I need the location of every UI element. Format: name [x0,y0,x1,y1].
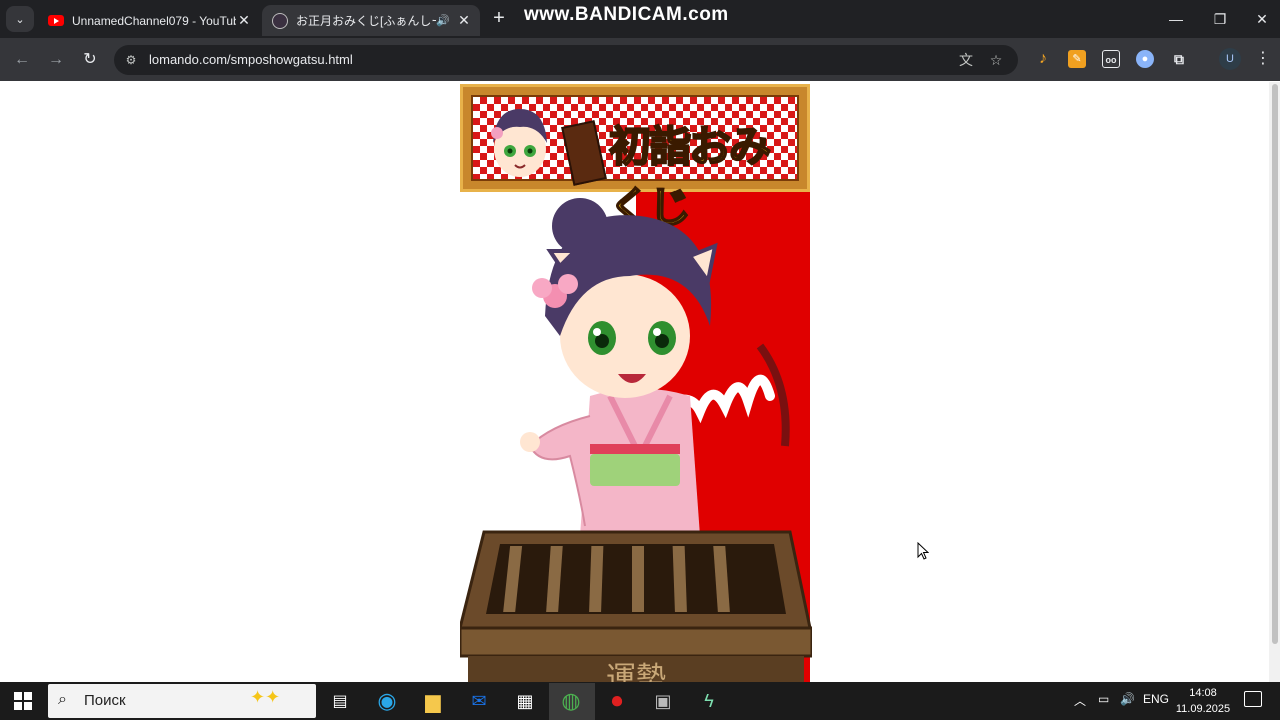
search-highlight-sparkle-icon: ✦✦ [250,687,281,707]
close-window-button[interactable]: ✕ [1240,0,1280,38]
omikuji-stick-icon [561,120,607,186]
volume-icon[interactable]: 🔊 [1120,692,1135,706]
omikuji-banner: 初詣おみくじ [460,84,810,233]
site-info-icon[interactable]: ⚙ [122,51,140,69]
photos-app-icon[interactable]: ▣ [648,686,678,716]
recording-watermark: www.BANDICAM.com [524,4,729,25]
outlook-icon[interactable]: ✉ [464,686,494,716]
tab-title: お正月おみくじ[ふぁんしーあいらんど] [296,14,436,28]
chrome-icon[interactable]: ◍ [556,686,586,716]
new-tab-button[interactable]: + [488,7,510,29]
microsoft-store-icon[interactable]: ▦ [510,686,540,716]
restore-button[interactable]: ❐ [1198,0,1242,38]
language-indicator[interactable]: ENG [1143,692,1169,706]
translate-icon[interactable]: 文 [957,51,975,69]
scrollbar-thumb[interactable] [1272,84,1278,644]
mini-girl-illustration [491,109,547,177]
forward-icon[interactable]: → [44,48,68,72]
network-icon[interactable]: ▭ [1098,692,1109,706]
minimize-button[interactable]: — [1154,0,1198,38]
back-icon[interactable]: ← [10,48,34,72]
taskbar-clock[interactable]: 14:08 11.09.2025 [1174,685,1232,717]
taskbar-search-placeholder: Поиск [84,692,126,709]
profile-avatar[interactable]: U [1219,48,1241,70]
clock-date: 11.09.2025 [1175,703,1231,715]
extensions-puzzle-icon[interactable]: ⧉ [1170,50,1188,68]
speaker-icon[interactable]: 🔊 [436,14,450,27]
mouse-cursor-icon [917,542,929,560]
edge-icon[interactable]: ◉ [372,686,402,716]
chevron-down-icon: ⌄ [15,13,25,26]
tab-omikuji[interactable]: お正月おみくじ[ふぁんしーあいらんど] 🔊 ✕ [262,5,480,36]
menu-kebab-icon[interactable]: ⋮ [1254,48,1272,70]
extension-box-icon[interactable]: oo [1102,50,1120,68]
url-text[interactable]: lomando.com/smposhowgatsu.html [149,52,353,67]
notifications-icon[interactable] [1244,691,1262,707]
youtube-icon [48,15,64,26]
extension-music-icon[interactable]: ♪ [1034,50,1052,68]
task-view-icon[interactable]: ▤ [325,686,355,716]
bandicam-record-icon[interactable]: ⏺ [602,686,632,716]
extension-circle-icon[interactable]: ● [1136,50,1154,68]
shrine-girl-illustration [520,198,790,536]
file-explorer-icon[interactable]: ▆ [418,686,448,716]
windows-start-icon[interactable] [14,692,32,710]
omikuji-box-illustration: 運勢 [460,530,812,688]
site-favicon-icon [272,12,288,29]
reload-icon[interactable]: ↻ [78,48,102,72]
bookmark-star-icon[interactable]: ☆ [987,51,1005,69]
close-icon[interactable]: ✕ [456,12,472,29]
tray-chevron-icon[interactable]: ︿ [1074,692,1086,709]
banner-checker-panel: 初詣おみくじ [471,95,799,233]
extension-orange-icon[interactable]: ✎ [1068,50,1086,68]
app-lightning-icon[interactable]: ϟ [694,686,724,716]
search-icon: ⌕ [58,691,67,708]
tab-youtube[interactable]: UnnamedChannel079 - YouTube ✕ [38,5,260,36]
close-icon[interactable]: ✕ [236,12,252,29]
tab-title: UnnamedChannel079 - YouTube [72,13,236,28]
tab-search-button[interactable]: ⌄ [6,6,34,32]
clock-time: 14:08 [1189,687,1217,699]
